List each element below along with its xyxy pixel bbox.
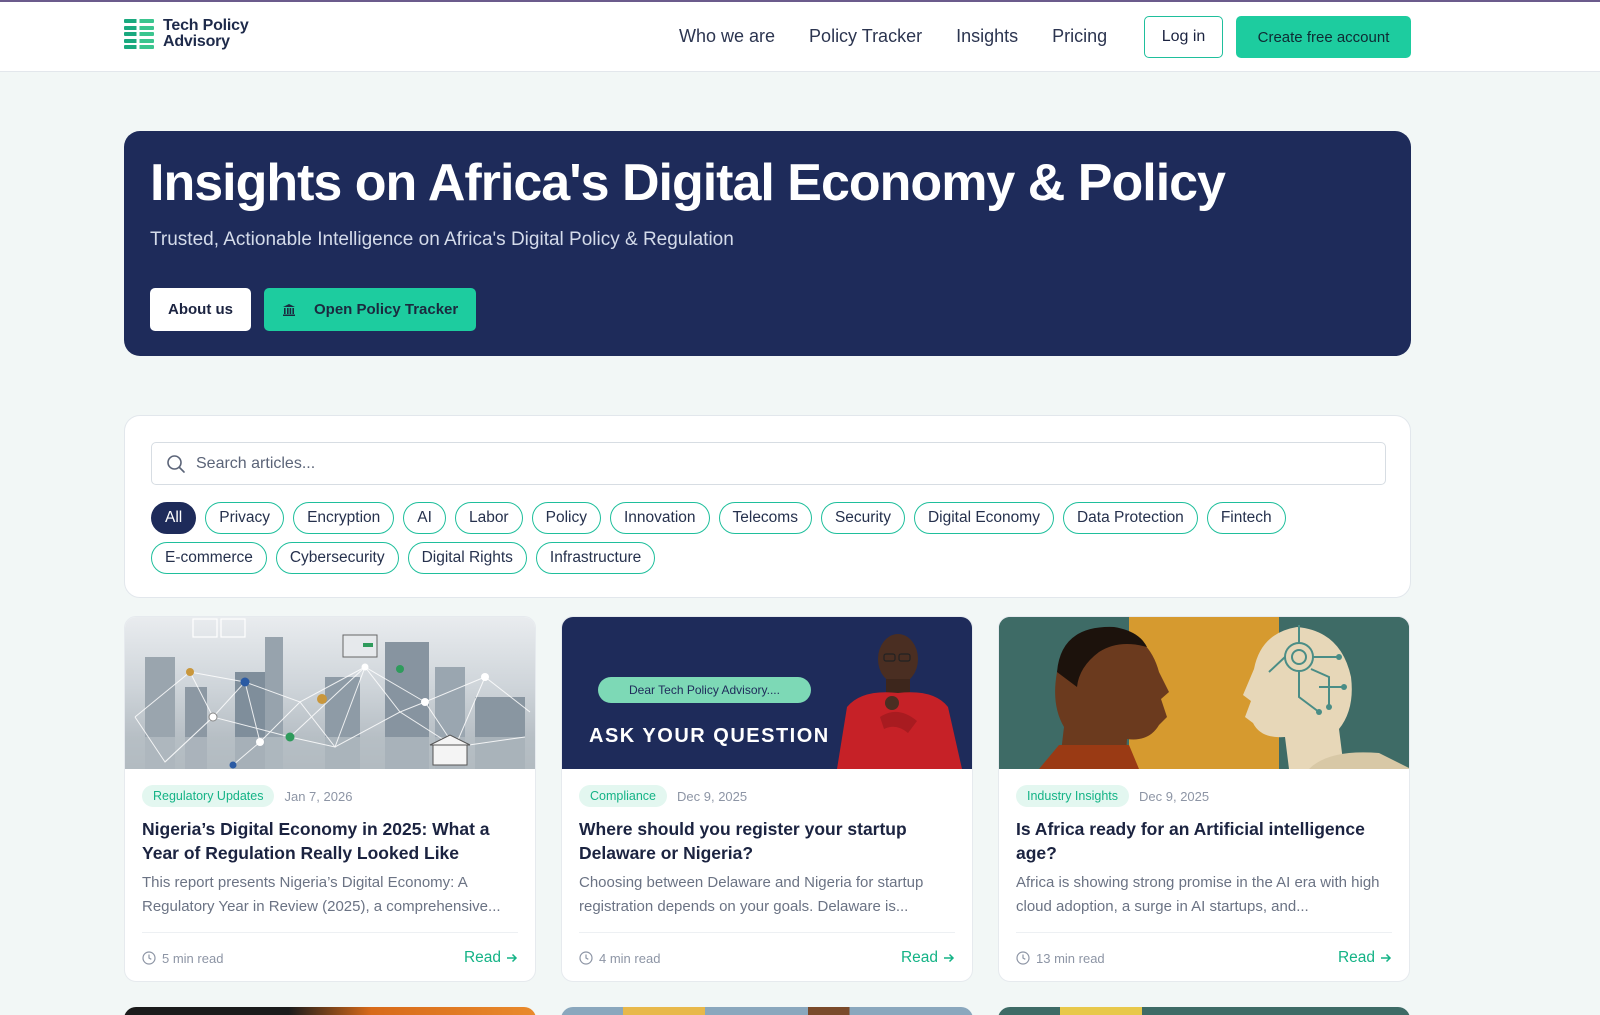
read-link-label: Read [463,949,501,966]
city-network-illustration [125,618,535,769]
read-link[interactable]: Read [1338,949,1392,967]
read-time-label: 13 min read [1036,950,1105,966]
filter-chip-cybersecurity[interactable]: Cybersecurity [275,542,399,574]
read-link[interactable]: Read [464,949,518,967]
publish-date: Dec 9, 2025 [677,788,748,804]
read-link-label: Read [900,949,938,966]
article-image-human-and-ai [999,617,1409,769]
publish-date: Dec 9, 2025 [1139,788,1210,804]
article-title[interactable]: Where should you register your startup D… [579,817,939,865]
create-account-button[interactable]: Create free account [1236,16,1411,58]
article-image-city-network [125,617,535,769]
article-filter-panel: All Privacy Encryption AI Labor Policy I… [124,415,1411,598]
filter-chip-innovation[interactable]: Innovation [609,502,710,534]
article-card[interactable]: Industry Insights Dec 9, 2025 Is Africa … [998,616,1410,982]
read-link[interactable]: Read [901,949,955,967]
article-footer: 4 min read Read [579,949,955,967]
nav-link-who-we-are[interactable]: Who we are [679,24,775,48]
search-box [151,442,1386,485]
filter-chip-labor[interactable]: Labor [454,502,523,534]
article-footer: 13 min read Read [1016,949,1392,967]
next-article-card-peek[interactable] [998,1007,1410,1015]
clock-icon [1016,951,1030,965]
category-filter-chips: All Privacy Encryption AI Labor Policy I… [151,502,1391,574]
publish-date: Jan 7, 2026 [284,788,353,804]
category-badge[interactable]: Compliance [579,785,668,807]
article-footer: 5 min read Read [142,949,518,967]
hero-banner: Insights on Africa's Digital Economy & P… [124,131,1411,356]
top-navigation-bar: Tech Policy Advisory Who we are Policy T… [0,2,1600,72]
article-meta: Regulatory Updates Jan 7, 2026 [142,785,352,807]
brand-name-line1: Tech Policy [163,17,249,34]
filter-chip-ai[interactable]: AI [403,502,446,534]
article-title[interactable]: Is Africa ready for an Artificial intell… [1016,817,1376,865]
brand-name: Tech Policy Advisory [163,18,249,50]
read-time: 4 min read [579,951,660,966]
search-input[interactable] [196,454,1346,473]
brand-name-line2: Advisory [163,33,230,50]
article-meta: Industry Insights Dec 9, 2025 [1016,785,1209,807]
clock-icon [579,951,593,965]
filter-chip-fintech[interactable]: Fintech [1206,502,1286,534]
main-nav: Who we are Policy Tracker Insights Prici… [679,24,1107,48]
filter-chip-digital-rights[interactable]: Digital Rights [407,542,527,574]
page-subtitle: Trusted, Actionable Intelligence on Afri… [150,229,734,250]
filter-chip-encryption[interactable]: Encryption [293,502,395,534]
article-meta: Compliance Dec 9, 2025 [579,785,747,807]
article-excerpt: This report presents Nigeria’s Digital E… [142,874,501,915]
article-card[interactable]: Regulatory Updates Jan 7, 2026 Nigeria’s… [124,616,536,982]
filter-chip-digital-economy[interactable]: Digital Economy [913,502,1054,534]
search-icon [167,454,185,473]
filter-chip-data-protection[interactable]: Data Protection [1062,502,1198,534]
open-policy-tracker-label: Open Policy Tracker [314,301,459,318]
article-card[interactable]: Dear Tech Policy Advisory.... ASK YOUR Q… [561,616,973,982]
filter-chip-infrastructure[interactable]: Infrastructure [535,542,656,574]
filter-chip-telecoms[interactable]: Telecoms [718,502,812,534]
logo-mark-icon [124,19,154,49]
about-us-button[interactable]: About us [150,288,251,331]
next-article-card-peek[interactable] [124,1007,536,1015]
article-title[interactable]: Nigeria’s Digital Economy in 2025: What … [142,817,502,865]
card-divider [142,932,518,933]
arrow-right-icon [1381,953,1392,963]
article-excerpt: Choosing between Delaware and Nigeria fo… [579,874,924,915]
nav-link-policy-tracker[interactable]: Policy Tracker [809,24,922,48]
read-time: 13 min read [1016,951,1105,966]
arrow-right-icon [944,953,955,963]
login-button[interactable]: Log in [1144,16,1223,58]
filter-chip-policy[interactable]: Policy [531,502,601,534]
read-time-label: 5 min read [162,950,224,966]
clock-icon [142,951,156,965]
read-time: 5 min read [142,951,223,966]
read-link-label: Read [1337,949,1375,966]
filter-chip-privacy[interactable]: Privacy [205,502,285,534]
filter-chip-all[interactable]: All [151,502,197,534]
card-divider [579,932,955,933]
nav-link-pricing[interactable]: Pricing [1052,24,1107,48]
article-image-ask-question: Dear Tech Policy Advisory.... ASK YOUR Q… [562,617,972,769]
read-time-label: 4 min read [599,950,661,966]
category-badge[interactable]: Regulatory Updates [142,785,275,807]
article-excerpt: Africa is showing strong promise in the … [1016,874,1380,915]
human-ai-faces-illustration [999,617,1409,769]
thinking-man-illustration [837,634,962,769]
brand-logo[interactable]: Tech Policy Advisory [124,18,249,50]
arrow-right-icon [507,953,518,963]
open-policy-tracker-button[interactable]: Open Policy Tracker [264,288,476,331]
category-badge[interactable]: Industry Insights [1016,785,1130,807]
bank-icon [283,303,295,316]
filter-chip-security[interactable]: Security [820,502,905,534]
nav-link-insights[interactable]: Insights [956,24,1018,48]
card-divider [1016,932,1392,933]
page-title: Insights on Africa's Digital Economy & P… [150,154,1226,212]
filter-chip-e-commerce[interactable]: E-commerce [151,542,267,574]
next-article-card-peek[interactable] [561,1007,973,1015]
